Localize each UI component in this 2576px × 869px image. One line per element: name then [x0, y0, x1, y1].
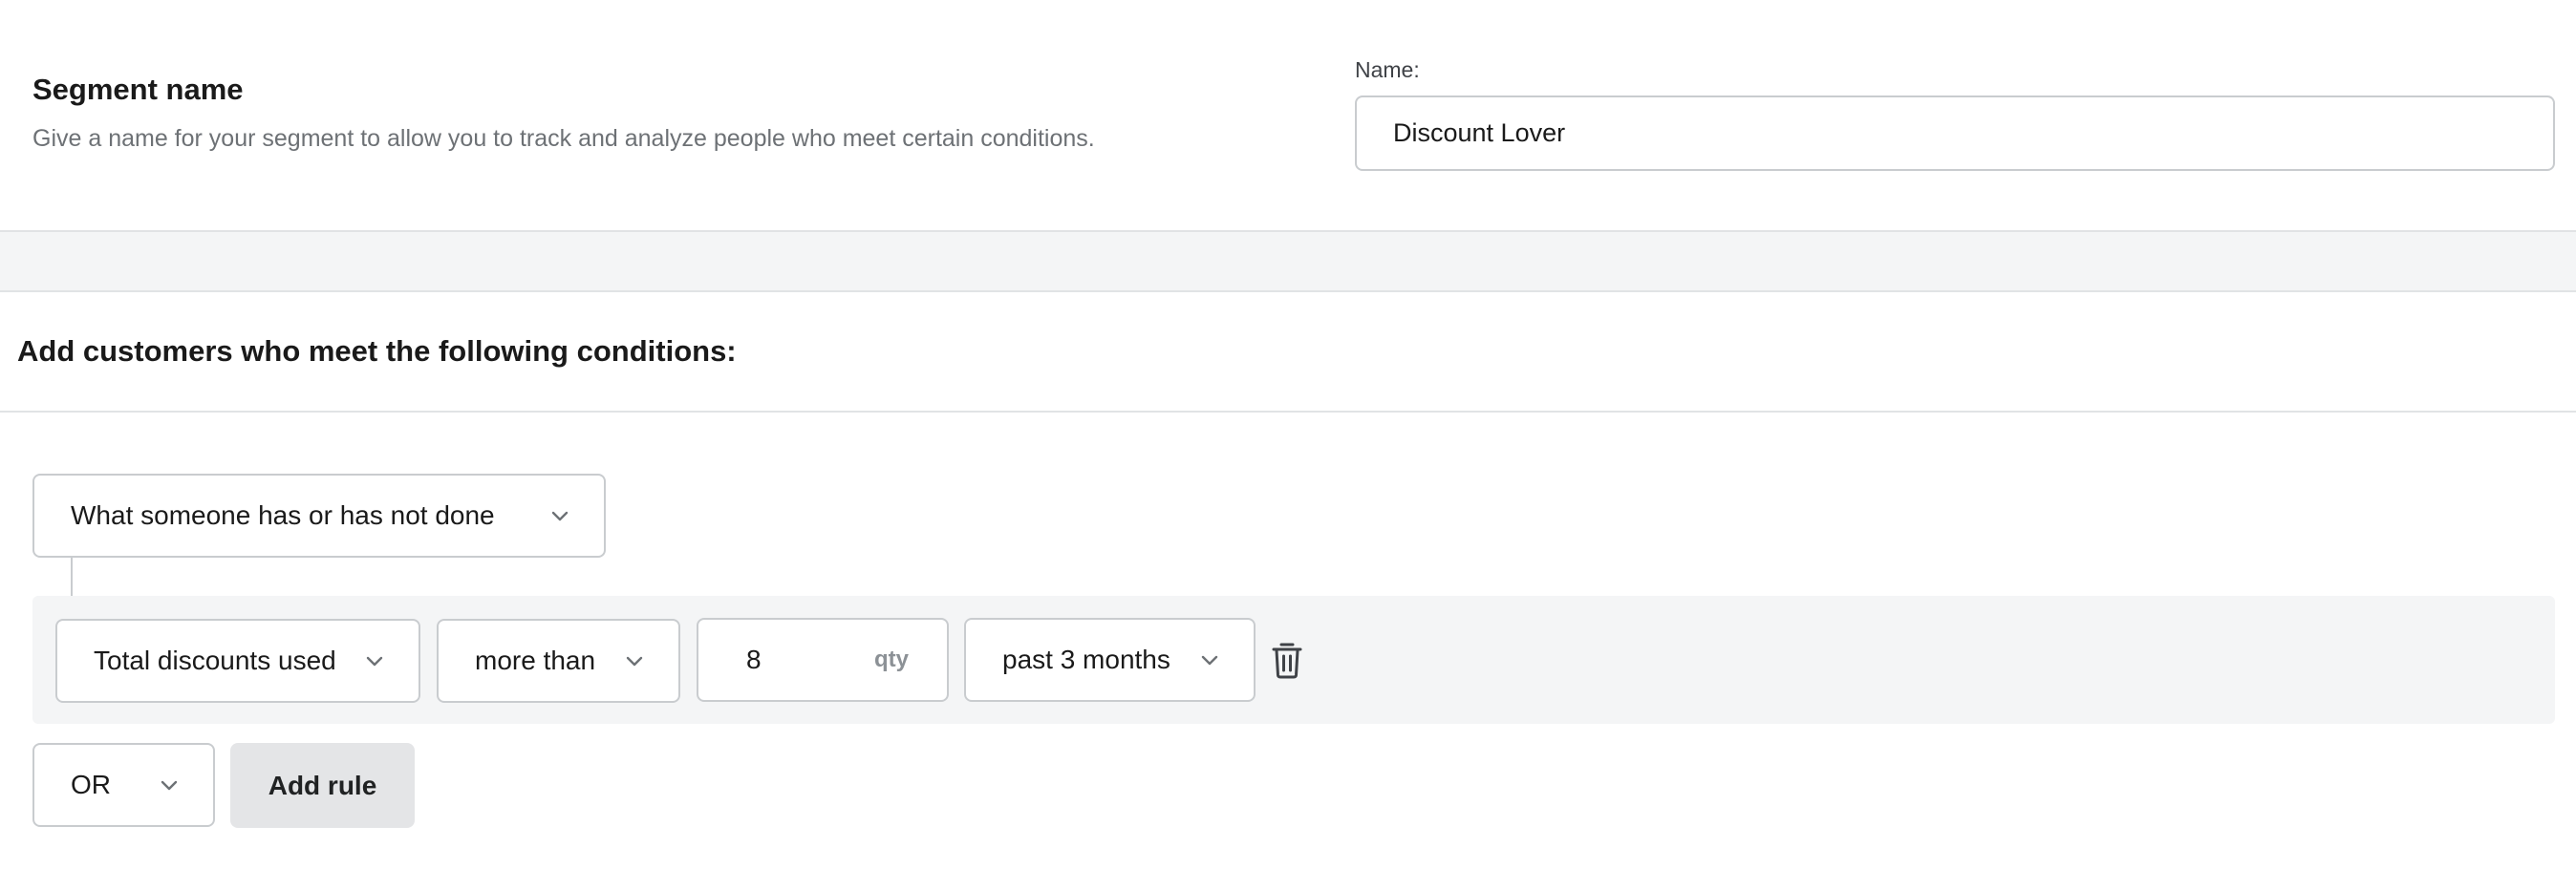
rule-value-unit: qty [874, 646, 909, 672]
rule-value-input[interactable]: 8 qty [697, 618, 949, 702]
condition-connector-line [71, 558, 73, 596]
rule-operator-label: more than [475, 646, 596, 675]
rule-operator-dropdown[interactable]: more than [437, 619, 680, 703]
segment-name-title: Segment name [32, 73, 244, 106]
conditions-header: Add customers who meet the following con… [0, 292, 2576, 413]
conditions-title: Add customers who meet the following con… [17, 334, 737, 368]
chevron-down-icon [551, 511, 569, 521]
rule-period-label: past 3 months [1002, 645, 1170, 674]
rule-metric-label: Total discounts used [94, 646, 336, 675]
rule-period-dropdown[interactable]: past 3 months [964, 618, 1256, 702]
segment-name-input[interactable] [1355, 95, 2555, 171]
trash-icon[interactable] [1271, 641, 1303, 679]
section-divider [0, 232, 2576, 292]
logic-operator-label: OR [71, 770, 111, 799]
segment-name-section: Segment name Give a name for your segmen… [0, 0, 2576, 232]
chevron-down-icon [366, 656, 383, 667]
condition-type-dropdown[interactable]: What someone has or has not done [32, 474, 606, 558]
chevron-down-icon [1201, 655, 1218, 666]
chevron-down-icon [161, 780, 178, 791]
condition-type-label: What someone has or has not done [71, 500, 495, 530]
segment-name-description: Give a name for your segment to allow yo… [32, 125, 1095, 152]
rule-value: 8 [746, 645, 762, 674]
chevron-down-icon [626, 656, 643, 667]
rule-metric-dropdown[interactable]: Total discounts used [55, 619, 420, 703]
add-rule-button[interactable]: Add rule [230, 743, 415, 828]
name-label: Name: [1355, 57, 1420, 82]
logic-operator-dropdown[interactable]: OR [32, 743, 215, 827]
